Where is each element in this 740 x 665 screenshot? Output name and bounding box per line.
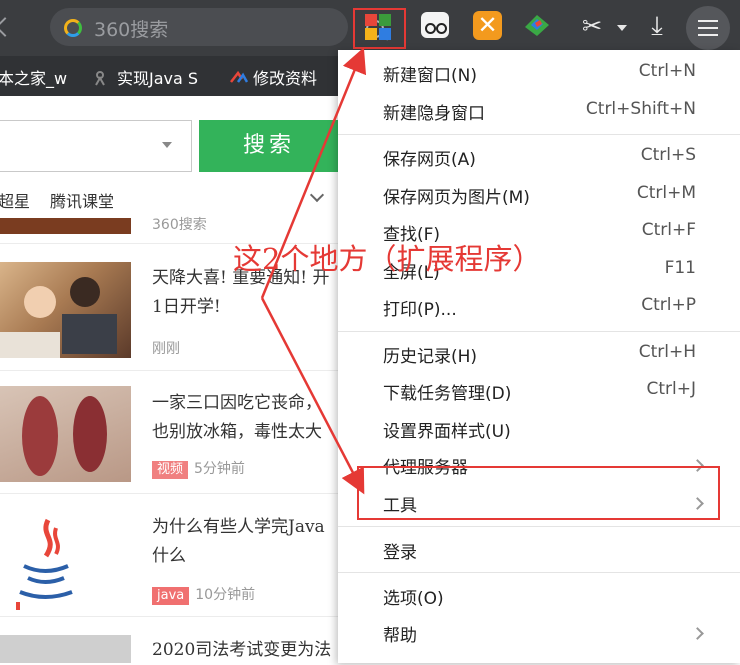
- bookmark-favicon-icon: [230, 70, 249, 86]
- expand-chevron-icon[interactable]: [309, 187, 325, 203]
- menu-item-help[interactable]: 帮助: [338, 616, 740, 652]
- menu-item-save-page-as-image[interactable]: 保存网页为图片(M) Ctrl+M: [338, 178, 740, 214]
- menu-divider: [338, 572, 740, 573]
- news-title[interactable]: 为什么有些人学完Java 什么: [152, 513, 325, 571]
- main-menu-button[interactable]: [686, 6, 730, 50]
- scissors-dropdown-caret-icon[interactable]: [617, 25, 627, 31]
- news-title[interactable]: 2020司法考试变更为法: [152, 636, 331, 665]
- search-button[interactable]: 搜索: [199, 120, 339, 172]
- address-placeholder: 360搜索: [94, 19, 169, 41]
- divider: [0, 370, 340, 371]
- search-dropdown-caret-icon[interactable]: [162, 142, 172, 148]
- 360-search-logo-icon: [64, 19, 82, 37]
- main-menu-dropdown: 新建窗口(N) Ctrl+N 新建隐身窗口 Ctrl+Shift+N 保存网页(…: [338, 50, 740, 663]
- news-thumbnail[interactable]: [0, 386, 131, 482]
- menu-divider: [338, 331, 740, 332]
- quick-link[interactable]: 超星: [0, 188, 30, 212]
- news-time: 刚刚: [152, 341, 180, 357]
- news-thumbnail[interactable]: [0, 218, 131, 234]
- back-chevron-icon[interactable]: [0, 17, 15, 37]
- menu-item-download-manager[interactable]: 下载任务管理(D) Ctrl+J: [338, 374, 740, 410]
- x-extension-icon[interactable]: ✕: [473, 11, 502, 40]
- menu-item-print[interactable]: 打印(P)... Ctrl+P: [338, 290, 740, 326]
- bookmark-favicon-icon: [94, 70, 110, 86]
- java-tag-badge[interactable]: java: [152, 587, 190, 605]
- divider: [0, 616, 340, 617]
- menu-item-login[interactable]: 登录: [338, 533, 740, 569]
- menu-item-new-window[interactable]: 新建窗口(N) Ctrl+N: [338, 56, 740, 92]
- menu-item-ui-style[interactable]: 设置界面样式(U): [338, 412, 740, 448]
- mask-extension-icon[interactable]: [421, 12, 449, 38]
- video-tag-badge[interactable]: 视频: [152, 461, 189, 479]
- bookmark-item[interactable]: 本之家_w: [0, 65, 67, 89]
- submenu-chevron-icon: [691, 627, 704, 640]
- menu-divider: [338, 134, 740, 135]
- news-title[interactable]: 一家三口因吃它丧命， 也别放冰箱，毒性太大: [152, 389, 322, 447]
- gem-extension-icon[interactable]: [522, 11, 552, 39]
- menu-item-new-incognito-window[interactable]: 新建隐身窗口 Ctrl+Shift+N: [338, 94, 740, 130]
- menu-divider: [338, 526, 740, 527]
- bookmark-item[interactable]: 修改资料: [230, 65, 317, 89]
- java-logo-icon[interactable]: [0, 508, 131, 612]
- scissors-icon[interactable]: ✂: [578, 12, 606, 40]
- news-meta: 视频 5分钟前: [152, 458, 245, 479]
- news-thumbnail[interactable]: [0, 635, 131, 663]
- tools-highlight-box: [357, 466, 720, 520]
- news-source: 360搜索: [152, 217, 207, 233]
- news-meta: java 10分钟前: [152, 584, 255, 605]
- quick-link[interactable]: 腾讯课堂: [50, 188, 114, 212]
- bookmark-item[interactable]: 实现Java S: [94, 65, 198, 89]
- address-bar[interactable]: 360搜索: [50, 8, 384, 46]
- download-icon[interactable]: ⤓: [643, 12, 671, 40]
- divider: [0, 493, 340, 494]
- annotation-text: 这2个地方（扩展程序）: [233, 242, 542, 276]
- menu-item-save-page[interactable]: 保存网页(A) Ctrl+S: [338, 140, 740, 176]
- news-thumbnail[interactable]: [0, 262, 131, 358]
- extension-highlight-box: [353, 8, 406, 49]
- menu-item-options[interactable]: 选项(O): [338, 579, 740, 615]
- menu-item-history[interactable]: 历史记录(H) Ctrl+H: [338, 337, 740, 373]
